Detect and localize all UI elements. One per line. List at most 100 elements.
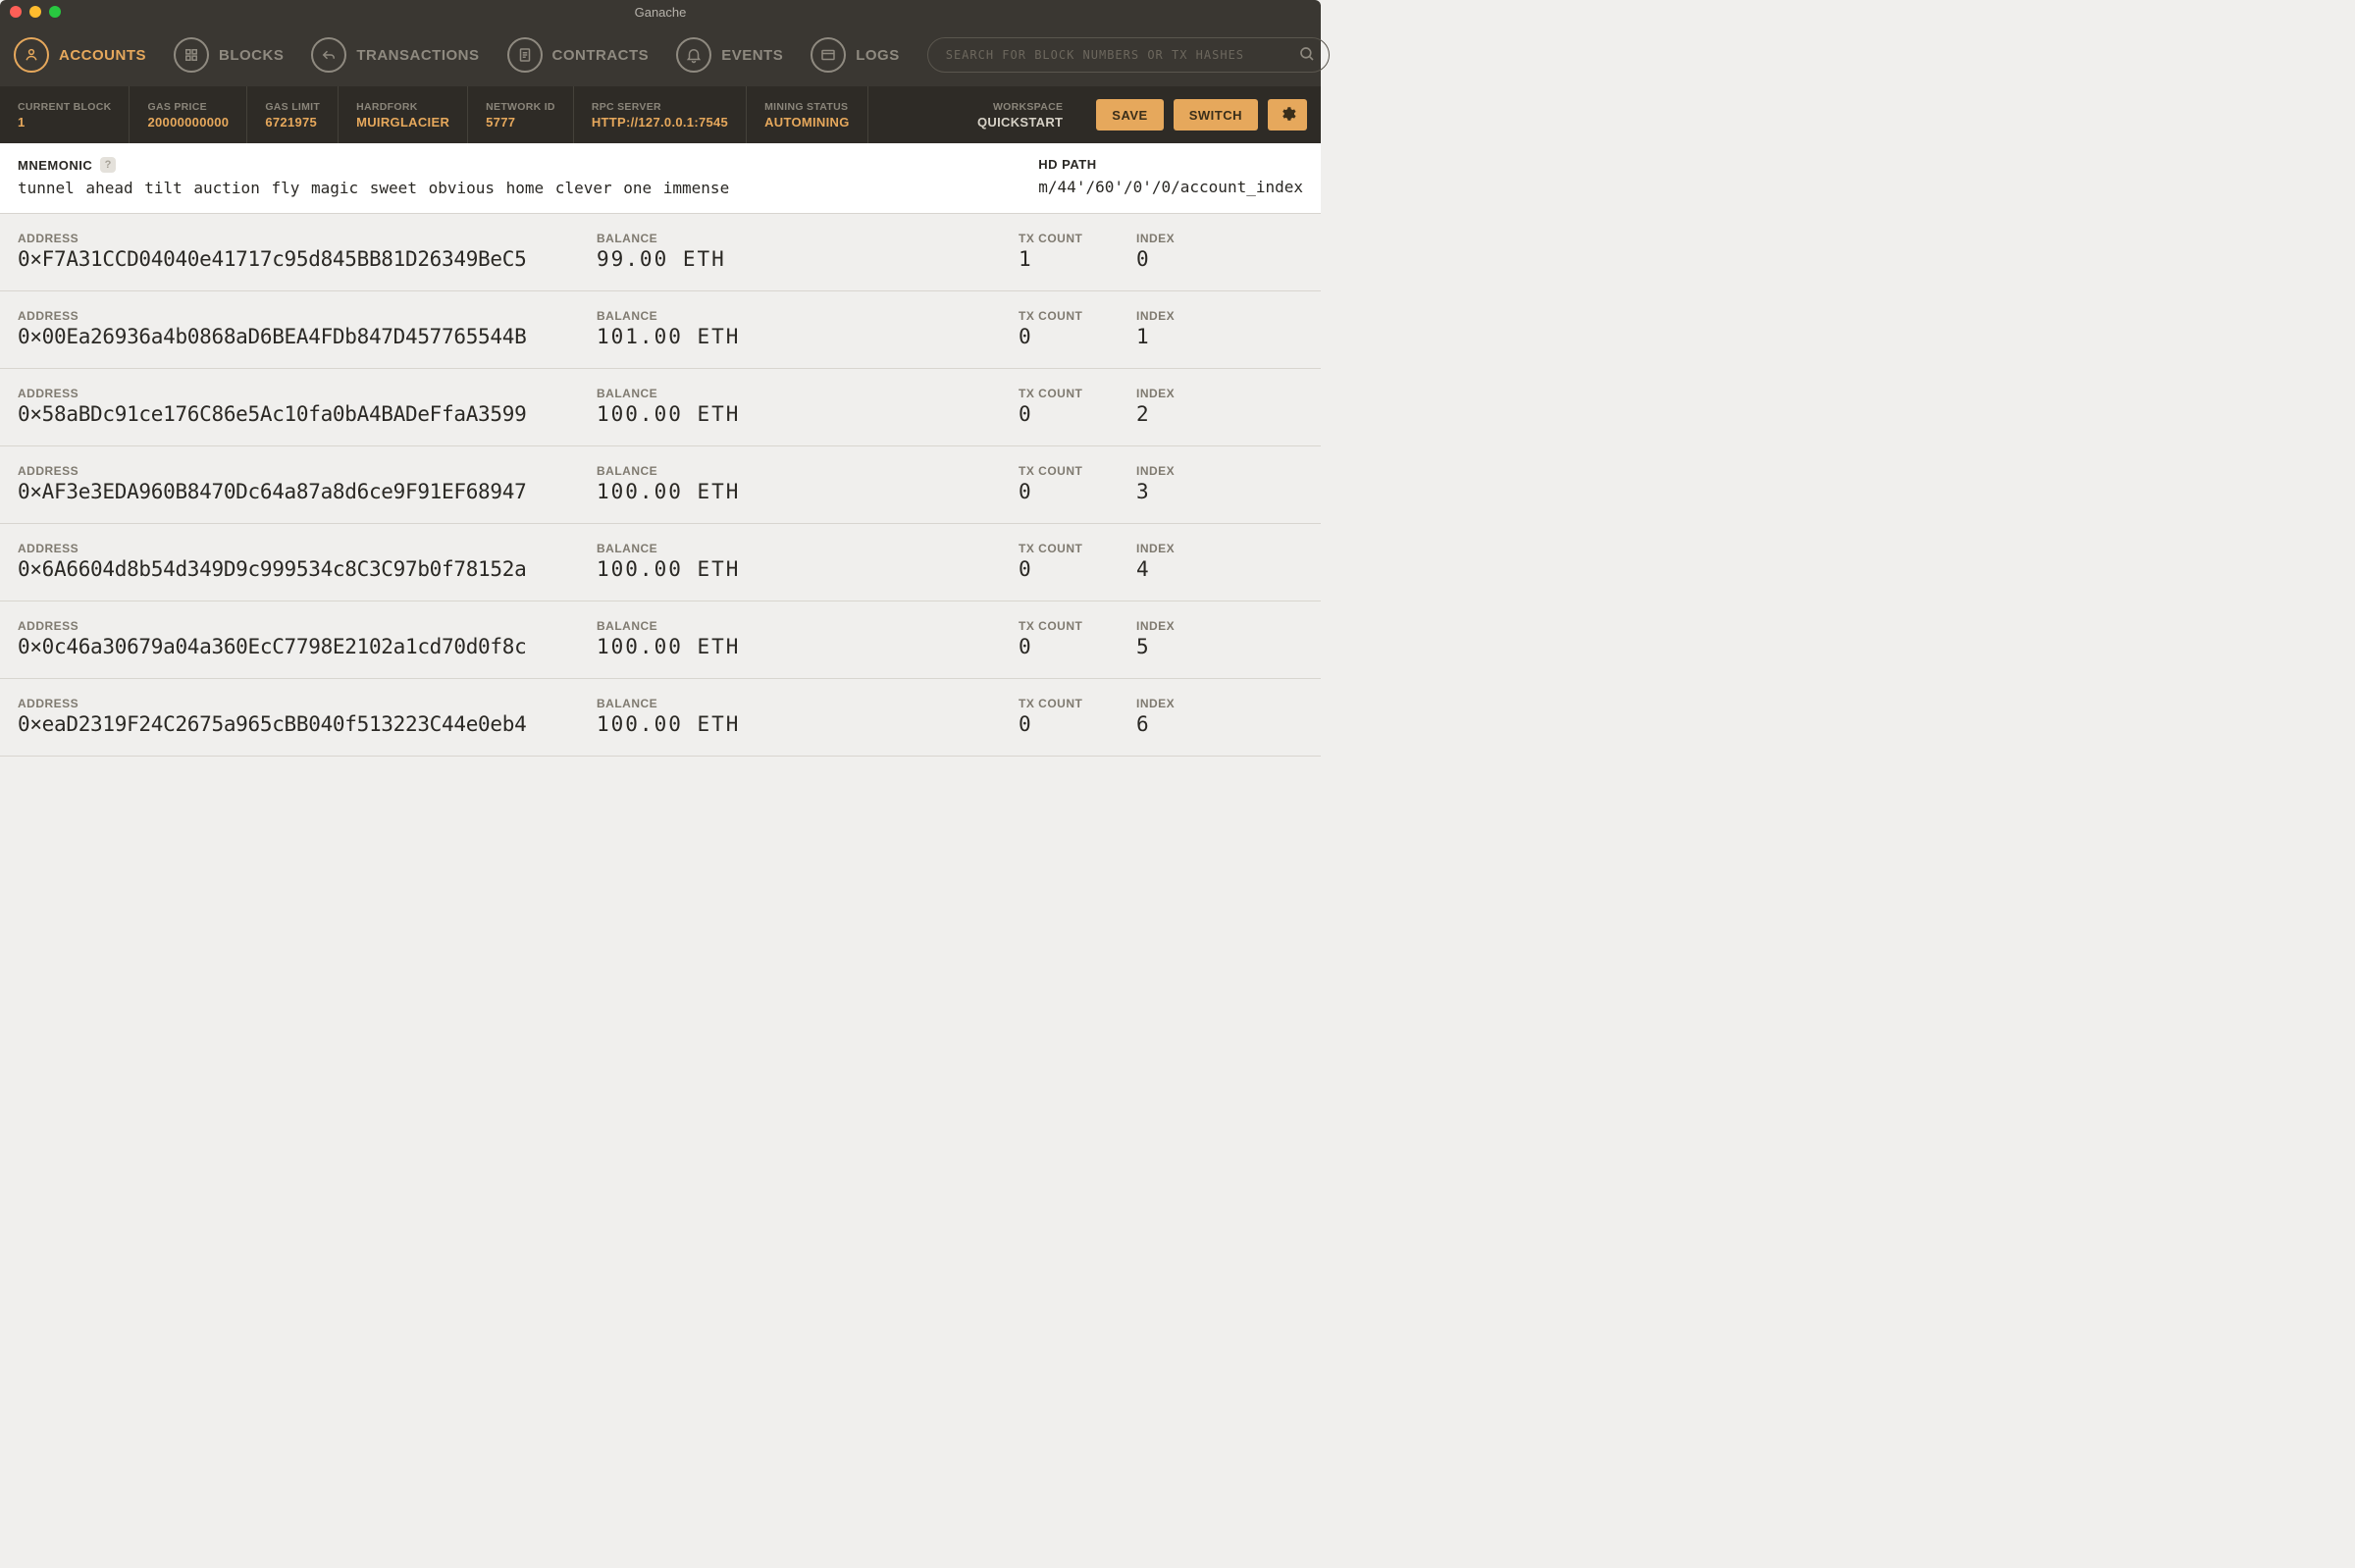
index-label: INDEX [1136, 232, 1244, 245]
nav-label: ACCOUNTS [59, 47, 146, 64]
status-item-value: 5777 [486, 115, 555, 130]
index-value: 0 [1136, 247, 1244, 271]
index-label: INDEX [1136, 697, 1244, 710]
balance-value: 100.00 ETH [597, 480, 1009, 503]
hd-path-label: HD PATH [1038, 157, 1303, 172]
accounts-list: ADDRESS 0×F7A31CCD04040e41717c95d845BB81D… [0, 214, 1321, 757]
balance-label: BALANCE [597, 387, 1009, 400]
status-item-label: CURRENT BLOCK [18, 101, 111, 113]
user-icon [14, 37, 49, 73]
grid-icon [174, 37, 209, 73]
nav-events[interactable]: EVENTS [676, 37, 783, 73]
balance-value: 100.00 ETH [597, 635, 1009, 658]
status-item-value: AUTOMINING [764, 115, 850, 130]
address-value: 0×eaD2319F24C2675a965cBB040f513223C44e0e… [18, 712, 587, 736]
tx-count-value: 0 [1019, 712, 1126, 736]
account-row: ADDRESS0×58aBDc91ce176C86e5Ac10fa0bA4BAD… [0, 369, 1321, 446]
tx-count-label: TX COUNT [1019, 542, 1126, 555]
status-item-label: GAS PRICE [147, 101, 229, 113]
status-actions: SAVE SWITCH [1082, 86, 1321, 143]
mnemonic-bar: MNEMONIC ? tunnel ahead tilt auction fly… [0, 143, 1321, 214]
nav-label: LOGS [856, 47, 900, 64]
balance-label: BALANCE [597, 464, 1009, 478]
address-label: ADDRESS [18, 232, 587, 245]
gear-icon [1279, 105, 1296, 126]
address-label: ADDRESS [18, 387, 587, 400]
titlebar: Ganache [0, 0, 1321, 24]
tx-count-label: TX COUNT [1019, 387, 1126, 400]
balance-label: BALANCE [597, 309, 1009, 323]
status-current-block: CURRENT BLOCK1 [0, 86, 130, 143]
status-network-id: NETWORK ID 5777 [468, 86, 574, 143]
show-key-button[interactable] [1270, 312, 1303, 345]
show-key-button[interactable] [1270, 700, 1303, 733]
switch-button[interactable]: SWITCH [1174, 99, 1258, 131]
balance-label: BALANCE [597, 619, 1009, 633]
tx-count-value: 0 [1019, 325, 1126, 348]
balance-label: BALANCE [597, 232, 1009, 245]
status-item-value: 6721975 [265, 115, 320, 130]
balance-value: 100.00 ETH [597, 712, 1009, 736]
nav-contracts[interactable]: CONTRACTS [507, 37, 650, 73]
show-key-button[interactable] [1270, 622, 1303, 655]
tx-count-label: TX COUNT [1019, 464, 1126, 478]
help-icon[interactable]: ? [100, 157, 116, 173]
search-wrap [927, 37, 1330, 73]
account-row: ADDRESS 0×eaD2319F24C2675a965cBB040f51322… [0, 679, 1321, 757]
balance-value: 99.00 ETH [597, 247, 1009, 271]
nav-logs[interactable]: LOGS [811, 37, 900, 73]
status-item-label: NETWORK ID [486, 101, 555, 113]
nav-label: TRANSACTIONS [356, 47, 479, 64]
balance-label: BALANCE [597, 697, 1009, 710]
address-value: 0×F7A31CCD04040e41717c95d845BB81D26349Be… [18, 247, 587, 271]
tx-count-value: 1 [1019, 247, 1126, 271]
index-label: INDEX [1136, 387, 1244, 400]
status-mining-status: MINING STATUSAUTOMINING [747, 86, 868, 143]
nav-label: CONTRACTS [552, 47, 650, 64]
index-label: INDEX [1136, 542, 1244, 555]
index-label: INDEX [1136, 464, 1244, 478]
address-value: 0×00Ea26936a4b0868aD6BEA4FDb847D45776554… [18, 325, 587, 348]
save-button[interactable]: SAVE [1096, 99, 1163, 131]
show-key-button[interactable] [1270, 390, 1303, 423]
tx-count-label: TX COUNT [1019, 619, 1126, 633]
address-value: 0×AF3e3EDA960B8470Dc64a87a8d6ce9F91EF689… [18, 480, 587, 503]
nav-accounts[interactable]: ACCOUNTS [14, 37, 146, 73]
card-icon [811, 37, 846, 73]
status-rpc-server: RPC SERVERHTTP://127.0.0.1:7545 [574, 86, 747, 143]
address-label: ADDRESS [18, 619, 587, 633]
workspace-indicator: WORKSPACE QUICKSTART [977, 86, 1082, 143]
workspace-label: WORKSPACE [977, 101, 1063, 113]
status-gas-limit: GAS LIMIT6721975 [247, 86, 339, 143]
mnemonic-label: MNEMONIC [18, 158, 92, 173]
search-input[interactable] [927, 37, 1330, 73]
index-label: INDEX [1136, 309, 1244, 323]
address-label: ADDRESS [18, 697, 587, 710]
account-row: ADDRESS 0×0c46a30679a04a360EcC7798E2102a1… [0, 601, 1321, 679]
show-key-button[interactable] [1270, 545, 1303, 578]
index-value: 6 [1136, 712, 1244, 736]
index-value: 2 [1136, 402, 1244, 426]
mnemonic-words: tunnel ahead tilt auction fly magic swee… [18, 179, 1009, 197]
account-row: ADDRESS0×00Ea26936a4b0868aD6BEA4FDb847D4… [0, 291, 1321, 369]
nav-blocks[interactable]: BLOCKS [174, 37, 284, 73]
status-item-label: HARDFORK [356, 101, 449, 113]
tx-count-label: TX COUNT [1019, 309, 1126, 323]
settings-button[interactable] [1268, 99, 1307, 131]
show-key-button[interactable] [1270, 467, 1303, 500]
account-row: ADDRESS0×6A6604d8b54d349D9c999534c8C3C97… [0, 524, 1321, 601]
nav-label: BLOCKS [219, 47, 284, 64]
address-label: ADDRESS [18, 542, 587, 555]
document-icon [507, 37, 543, 73]
address-label: ADDRESS [18, 464, 587, 478]
address-value: 0×0c46a30679a04a360EcC7798E2102a1cd70d0f… [18, 635, 587, 658]
hd-path-value: m/44'/60'/0'/0/account_index [1038, 178, 1303, 196]
show-key-button[interactable] [1270, 235, 1303, 268]
nav-transactions[interactable]: TRANSACTIONS [311, 37, 479, 73]
tx-count-label: TX COUNT [1019, 697, 1126, 710]
tx-count-value: 0 [1019, 557, 1126, 581]
tx-count-value: 0 [1019, 635, 1126, 658]
index-label: INDEX [1136, 619, 1244, 633]
arrow-back-icon [311, 37, 346, 73]
bell-icon [676, 37, 711, 73]
